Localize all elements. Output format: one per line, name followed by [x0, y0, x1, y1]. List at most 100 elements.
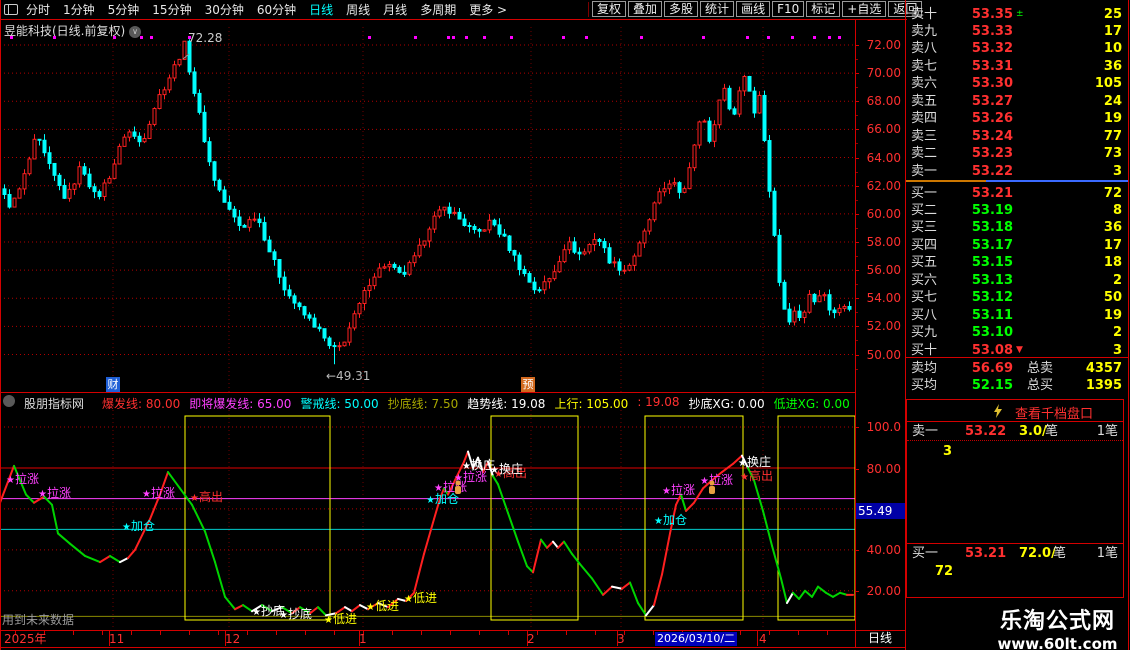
buy-level-row-1[interactable]: 买一53.2172 [905, 185, 1128, 202]
sell-level-row-4[interactable]: 卖四53.2619 [905, 110, 1128, 127]
event-tag-预[interactable]: 预 [521, 377, 535, 392]
menu-item-2[interactable]: 5分钟 [108, 1, 140, 18]
period-box[interactable]: 日线 [856, 631, 904, 646]
watermark: 乐淘公式网 www.60lt.com [990, 603, 1125, 650]
buy-level-row-4[interactable]: 买四53.1717 [905, 237, 1128, 254]
date-label-0: 2025年 [4, 632, 47, 646]
indicator-param-6: : 19.08 [637, 395, 679, 409]
level-price: 53.17 [933, 237, 1013, 254]
indicator-param-8: 低进XG: 0.00 [774, 395, 850, 409]
level-qty: 72 [1104, 185, 1122, 202]
sell-level-row-1[interactable]: 卖一53.223 [905, 163, 1128, 180]
buy-level-row-7[interactable]: 买七53.1250 [905, 289, 1128, 306]
tool-button-1[interactable]: 叠加 [628, 1, 662, 17]
sell-level-row-2[interactable]: 卖二53.2373 [905, 145, 1128, 162]
price-axis-label: 52.00 [857, 319, 901, 333]
date-tick [421, 631, 422, 635]
level-price: 53.22 [933, 163, 1013, 180]
tool-button-7[interactable]: +自选 [842, 1, 886, 17]
level-price: 53.30 [933, 75, 1013, 92]
sell-level-row-6[interactable]: 卖六53.30105 [905, 75, 1128, 92]
date-label-3: 1 [359, 632, 367, 646]
buy-level-row-3[interactable]: 买三53.1836 [905, 219, 1128, 236]
multi-period-signal-dot [813, 36, 816, 39]
date-tick [73, 631, 74, 635]
menu-item-7[interactable]: 周线 [346, 1, 370, 18]
indicator-param-4: 趋势线: 19.08 [467, 395, 545, 409]
signal-label-加仓: ★加仓 [654, 513, 687, 529]
future-data-note: 用到未来数据 [2, 611, 74, 628]
tool-button-2[interactable]: 多股 [664, 1, 698, 17]
orderbook-right-border [1128, 0, 1129, 650]
sell-level-row-9[interactable]: 卖九53.3317 [905, 23, 1128, 40]
tool-button-6[interactable]: 标记 [806, 1, 840, 17]
menu-item-3[interactable]: 15分钟 [152, 1, 191, 18]
buy-level-row-9[interactable]: 买九53.102 [905, 324, 1128, 341]
sell-level-row-7[interactable]: 卖七53.3136 [905, 58, 1128, 75]
price-axis-label: 50.00 [857, 348, 901, 362]
multi-period-signal-dot [510, 36, 513, 39]
date-axis: 2025年11121232026/03/10/二4 [0, 630, 855, 647]
multi-period-signal-dot [562, 36, 565, 39]
down-arrow-icon: ▼ [1016, 342, 1023, 359]
level-price: 53.15 [933, 254, 1013, 271]
level-price: 53.23 [933, 145, 1013, 162]
date-tick [305, 631, 306, 635]
tool-button-4[interactable]: 画线 [736, 1, 770, 17]
multi-period-signal-dot [640, 36, 643, 39]
level-price: 53.19 [933, 202, 1013, 219]
price-axis-label: 62.00 [857, 179, 901, 193]
buy-level-row-5[interactable]: 买五53.1518 [905, 254, 1128, 271]
depth-header[interactable]: 查看千档盘口 [907, 403, 1123, 419]
menu-item-4[interactable]: 30分钟 [205, 1, 244, 18]
menu-item-9[interactable]: 多周期 [420, 1, 456, 18]
banker-person-icon [707, 480, 717, 495]
window-split-icon[interactable] [4, 4, 18, 15]
multi-period-signal-dot [791, 36, 794, 39]
depth-buy-count: 1笔 [1097, 546, 1118, 561]
level-price: 53.31 [933, 58, 1013, 75]
menu-item-10[interactable]: 更多 > [469, 1, 507, 18]
level-qty: 105 [1095, 75, 1122, 92]
app-window: 分时1分钟5分钟15分钟30分钟60分钟日线周线月线多周期更多 > 复权叠加多股… [0, 0, 1130, 650]
star-icon: ★ [662, 486, 671, 497]
tool-button-0[interactable]: 复权 [592, 1, 626, 17]
peak-price-label: 72.28 [188, 31, 222, 45]
level-price: 53.11 [933, 307, 1013, 324]
sell-level-row-3[interactable]: 卖三53.2477 [905, 128, 1128, 145]
star-icon: ★ [279, 610, 288, 621]
sell-level-row-10[interactable]: 卖十53.35±25 [905, 6, 1128, 23]
menu-item-8[interactable]: 月线 [383, 1, 407, 18]
star-icon: ★ [366, 602, 375, 613]
buy-level-row-2[interactable]: 买二53.198 [905, 202, 1128, 219]
buy-level-row-10[interactable]: 买十53.08▼3 [905, 342, 1128, 359]
sell-level-row-5[interactable]: 卖五53.2724 [905, 93, 1128, 110]
buy-level-row-8[interactable]: 买八53.1119 [905, 307, 1128, 324]
chevron-down-icon[interactable] [3, 395, 15, 407]
menu-item-0[interactable]: 分时 [26, 1, 50, 18]
level-qty: 50 [1104, 289, 1122, 306]
price-axis-label: 56.00 [857, 263, 901, 277]
indicator-param-7: 抄底XG: 0.00 [689, 395, 765, 409]
sell-level-row-8[interactable]: 卖八53.3210 [905, 40, 1128, 57]
star-icon: ★ [738, 458, 747, 469]
indicator-axis-label: 20.00 [857, 584, 901, 598]
depth-title[interactable]: 查看千档盘口 [1015, 403, 1093, 422]
level-qty: 3 [1113, 342, 1122, 359]
menu-item-1[interactable]: 1分钟 [63, 1, 95, 18]
level-price: 53.13 [933, 272, 1013, 289]
depth-sell-price: 53.22 [965, 424, 1006, 439]
buy-level-row-6[interactable]: 买六53.132 [905, 272, 1128, 289]
indicator-param-5: 上行: 105.00 [554, 395, 628, 409]
menu-item-6[interactable]: 日线 [309, 1, 333, 18]
event-tag-财[interactable]: 财 [106, 377, 120, 392]
multi-period-signal-dot [838, 36, 841, 39]
depth-buy-unit: 笔 [1053, 546, 1066, 561]
tool-button-3[interactable]: 统计 [700, 1, 734, 17]
tool-button-5[interactable]: F10 [772, 1, 804, 17]
level-qty: 2 [1113, 324, 1122, 341]
signal-label-拉涨: ★拉涨 [142, 486, 175, 502]
indicator-source[interactable]: 股朋指标网 [24, 395, 84, 409]
tool-menu: 复权叠加多股统计画线F10标记+自选返回 [592, 1, 903, 17]
menu-item-5[interactable]: 60分钟 [257, 1, 296, 18]
